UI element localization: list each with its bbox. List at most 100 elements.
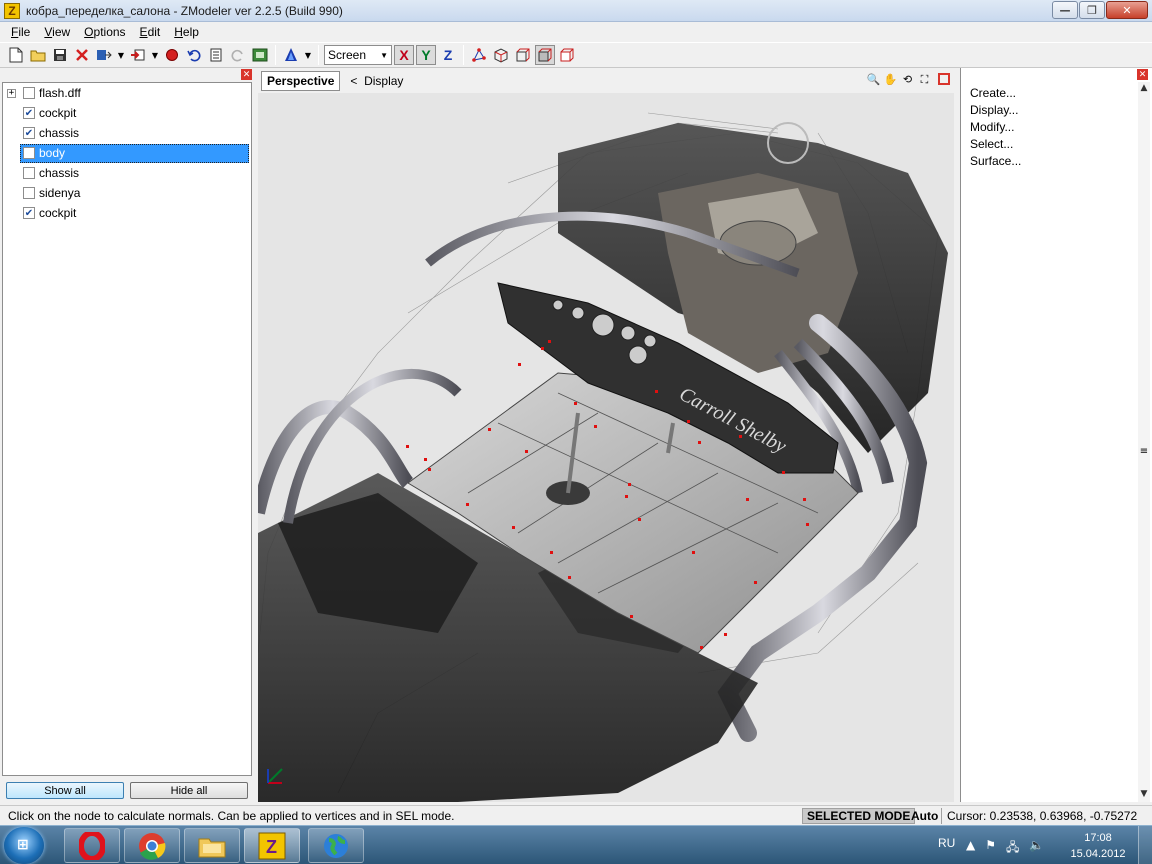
action-center-flag-icon[interactable]: ⚑ — [985, 838, 996, 859]
show-hidden-icons-icon[interactable]: ▲ — [966, 838, 975, 859]
3d-viewport[interactable]: Carroll Shelby — [258, 93, 954, 802]
menu-help[interactable]: Help — [167, 25, 206, 39]
save-icon[interactable] — [50, 45, 70, 65]
visibility-checkbox[interactable]: ✔ — [23, 107, 35, 119]
tree-node-cockpit[interactable]: ✔ cockpit — [3, 103, 251, 123]
command-create[interactable]: Create... — [970, 86, 1016, 100]
record-icon[interactable] — [162, 45, 182, 65]
tree-node-label: chassis — [39, 126, 80, 140]
taskbar-globe-app[interactable] — [308, 828, 364, 863]
menu-edit-mnemonic: E — [139, 25, 148, 39]
vertex-select-icon[interactable] — [469, 45, 489, 65]
command-modify[interactable]: Modify... — [970, 120, 1014, 134]
menu-options-label: ptions — [93, 25, 126, 39]
tree-node-chassis-2[interactable]: chassis — [3, 163, 251, 183]
pan-hand-icon[interactable]: ✋ — [883, 72, 898, 87]
start-button[interactable]: ⊞ — [4, 827, 44, 864]
windows-taskbar: ⊞ Z RU ▲ ⚑ 🖧 🔈 17:08 15.04.2012 — [0, 825, 1152, 864]
taskbar-chrome[interactable] — [124, 828, 180, 863]
hide-all-button[interactable]: Hide all — [130, 782, 248, 799]
lighting-icon[interactable] — [281, 45, 301, 65]
tree-node-flash-dff[interactable]: + flash.dff — [3, 83, 251, 103]
axis-x-toggle[interactable]: X — [394, 45, 414, 65]
notes-icon[interactable] — [206, 45, 226, 65]
import-dropdown-icon[interactable]: ▼ — [150, 45, 160, 65]
status-message: Click on the node to calculate normals. … — [8, 809, 455, 823]
maximize-button[interactable]: ❐ — [1079, 1, 1105, 19]
object-mode-icon[interactable] — [491, 45, 511, 65]
import-icon[interactable] — [128, 45, 148, 65]
axis-z-toggle[interactable]: Z — [438, 45, 458, 65]
screenshot-icon[interactable] — [250, 45, 270, 65]
scroll-up-icon[interactable]: ▲ — [1138, 82, 1150, 94]
box-mode-icon[interactable] — [513, 45, 533, 65]
close-button[interactable]: ✕ — [1106, 1, 1148, 19]
minimize-button[interactable]: — — [1052, 1, 1078, 19]
delete-icon[interactable] — [72, 45, 92, 65]
chevron-down-icon: ▼ — [380, 50, 388, 60]
car-model-render: Carroll Shelby — [258, 112, 948, 802]
redo-icon[interactable] — [228, 45, 248, 65]
window-controls: — ❐ ✕ — [1052, 1, 1148, 19]
opera-icon — [79, 831, 105, 860]
new-file-icon[interactable] — [6, 45, 26, 65]
close-icon[interactable]: ✕ — [1137, 69, 1148, 80]
export-icon[interactable] — [94, 45, 114, 65]
menu-help-mnemonic: H — [174, 25, 183, 39]
command-select[interactable]: Select... — [970, 137, 1013, 151]
taskbar-clock[interactable]: 17:08 15.04.2012 — [1066, 830, 1130, 862]
hierarchy-buttons: Show all Hide all — [2, 782, 252, 800]
language-indicator[interactable]: RU — [938, 836, 955, 850]
tree-node-body[interactable]: body — [3, 143, 251, 163]
expand-icon[interactable]: + — [7, 88, 16, 98]
tree-node-chassis[interactable]: ✔ chassis — [3, 123, 251, 143]
tree-node-label: cockpit — [39, 106, 77, 120]
undo-icon[interactable] — [184, 45, 204, 65]
toolbar-separator — [275, 45, 276, 65]
zmodeler-app-icon[interactable]: Z — [4, 2, 20, 19]
menu-edit[interactable]: Edit — [133, 25, 168, 39]
network-icon[interactable]: 🖧 — [1006, 838, 1019, 859]
toolbar-separator — [318, 45, 319, 65]
command-display[interactable]: Display... — [970, 103, 1018, 117]
taskbar-explorer[interactable] — [184, 828, 240, 863]
viewport-tab-perspective[interactable]: Perspective — [261, 71, 341, 91]
show-all-button[interactable]: Show all — [6, 782, 124, 799]
surface-mode-icon[interactable] — [557, 45, 577, 65]
back-arrow-icon: < — [350, 74, 358, 88]
viewport-breadcrumb[interactable]: < Display — [350, 74, 403, 88]
taskbar-opera[interactable] — [64, 828, 120, 863]
visibility-checkbox[interactable] — [23, 147, 35, 159]
scroll-grip-icon[interactable]: ≡ — [1139, 447, 1149, 457]
chrome-icon — [139, 832, 166, 860]
menu-options[interactable]: Options — [77, 25, 132, 39]
selection-mode-icon[interactable] — [535, 45, 555, 65]
visibility-checkbox[interactable] — [23, 87, 35, 99]
menu-view[interactable]: View — [37, 25, 77, 39]
taskbar-zmodeler[interactable]: Z — [244, 828, 300, 863]
scroll-down-icon[interactable]: ▼ — [1138, 788, 1150, 800]
visibility-checkbox[interactable] — [23, 187, 35, 199]
export-dropdown-icon[interactable]: ▼ — [116, 45, 126, 65]
axis-y-toggle[interactable]: Y — [416, 45, 436, 65]
visibility-checkbox[interactable]: ✔ — [23, 207, 35, 219]
close-icon[interactable]: ✕ — [241, 69, 252, 80]
tree-node-label: flash.dff — [39, 86, 81, 100]
menu-file[interactable]: File — [4, 25, 37, 39]
fit-view-icon[interactable]: ⛶ — [917, 72, 932, 87]
lighting-dropdown-icon[interactable]: ▼ — [303, 45, 313, 65]
tree-node-sidenya[interactable]: sidenya — [3, 183, 251, 203]
volume-icon[interactable]: 🔈 — [1029, 838, 1044, 859]
command-scrollbar[interactable]: ▲ ≡ ▼ — [1138, 82, 1150, 802]
visibility-checkbox[interactable]: ✔ — [23, 127, 35, 139]
zoom-icon[interactable]: 🔍 — [866, 72, 881, 87]
view-mode-select[interactable]: Screen ▼ — [324, 45, 392, 65]
show-desktop-button[interactable] — [1138, 826, 1152, 864]
command-surface[interactable]: Surface... — [970, 154, 1021, 168]
status-bar: Click on the node to calculate normals. … — [0, 805, 1152, 825]
open-folder-icon[interactable] — [28, 45, 48, 65]
visibility-checkbox[interactable] — [23, 167, 35, 179]
rotate-icon[interactable]: ⟲ — [900, 72, 915, 87]
tree-node-cockpit-2[interactable]: ✔ cockpit — [3, 203, 251, 223]
maximize-viewport-icon[interactable] — [938, 73, 950, 85]
